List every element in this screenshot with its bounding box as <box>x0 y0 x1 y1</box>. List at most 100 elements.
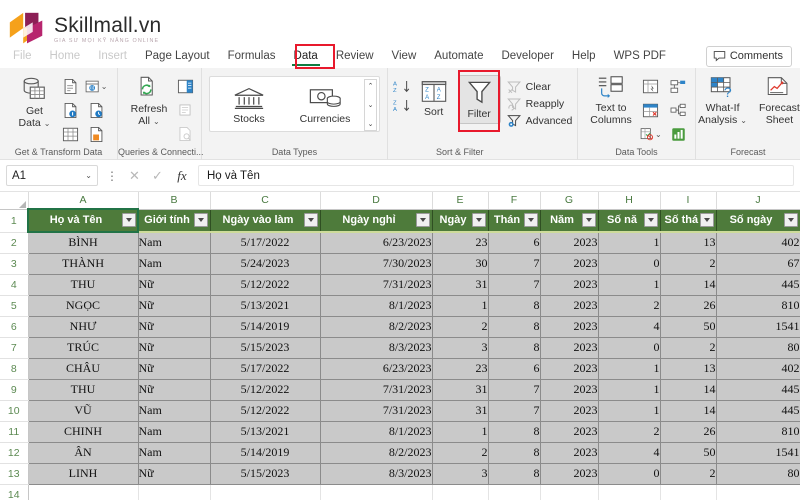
cell-J9[interactable]: 445 <box>716 379 800 401</box>
filter-dropdown-icon[interactable] <box>783 212 798 227</box>
cell-H4[interactable]: 1 <box>598 274 661 296</box>
cell-E4[interactable]: 31 <box>432 274 489 296</box>
sort-a-to-z-icon[interactable]: A Z <box>393 80 413 93</box>
reapply-filter-button[interactable]: Reapply <box>503 96 577 112</box>
row-header-8[interactable]: 8 <box>0 358 29 380</box>
cell-H13[interactable]: 0 <box>598 463 661 485</box>
cell-E11[interactable]: 1 <box>432 421 489 443</box>
row-header-7[interactable]: 7 <box>0 337 29 359</box>
cell-E5[interactable]: 1 <box>432 295 489 317</box>
header-cell-F1[interactable]: Thán <box>488 209 541 233</box>
cell-I14[interactable] <box>660 484 717 500</box>
cell-A14[interactable] <box>28 484 139 500</box>
cell-F14[interactable] <box>488 484 541 500</box>
cell-C4[interactable]: 5/12/2022 <box>210 274 321 296</box>
consolidate-icon[interactable] <box>668 99 690 121</box>
cell-F6[interactable]: 8 <box>488 316 541 338</box>
cell-E8[interactable]: 23 <box>432 358 489 380</box>
header-cell-J1[interactable]: Số ngày <box>716 209 800 233</box>
cell-C14[interactable] <box>210 484 321 500</box>
cell-E7[interactable]: 3 <box>432 337 489 359</box>
cell-B11[interactable]: Nam <box>138 421 211 443</box>
cell-D3[interactable]: 7/30/2023 <box>320 253 433 275</box>
row-header-9[interactable]: 9 <box>0 379 29 401</box>
cell-D9[interactable]: 7/31/2023 <box>320 379 433 401</box>
insert-function-icon[interactable]: fx <box>172 168 192 184</box>
col-header-D[interactable]: D <box>320 192 433 210</box>
cell-D6[interactable]: 8/2/2023 <box>320 316 433 338</box>
cell-I3[interactable]: 2 <box>660 253 717 275</box>
cell-C13[interactable]: 5/15/2023 <box>210 463 321 485</box>
cell-B5[interactable]: Nữ <box>138 295 211 317</box>
cell-D13[interactable]: 8/3/2023 <box>320 463 433 485</box>
advanced-filter-button[interactable]: Advanced <box>503 113 577 129</box>
cell-D7[interactable]: 8/3/2023 <box>320 337 433 359</box>
row-header-14[interactable]: 14 <box>0 484 29 500</box>
manage-data-model-icon[interactable] <box>668 123 690 145</box>
tab-wps-pdf[interactable]: WPS PDF <box>605 48 675 64</box>
cell-G14[interactable] <box>540 484 599 500</box>
cell-B14[interactable] <box>138 484 211 500</box>
cell-I6[interactable]: 50 <box>660 316 717 338</box>
tab-review[interactable]: Review <box>327 48 383 64</box>
cell-F5[interactable]: 8 <box>488 295 541 317</box>
cell-E3[interactable]: 30 <box>432 253 489 275</box>
filter-dropdown-icon[interactable] <box>699 212 714 227</box>
cell-D5[interactable]: 8/1/2023 <box>320 295 433 317</box>
cell-D10[interactable]: 7/31/2023 <box>320 400 433 422</box>
cell-F4[interactable]: 7 <box>488 274 541 296</box>
header-cell-C1[interactable]: Ngày vào làm <box>210 209 321 233</box>
chevron-down-icon[interactable]: ⌄ <box>85 171 92 180</box>
cell-I5[interactable]: 26 <box>660 295 717 317</box>
filter-dropdown-icon[interactable] <box>121 212 136 227</box>
formula-input[interactable]: Họ và Tên <box>198 165 794 186</box>
cell-F8[interactable]: 6 <box>488 358 541 380</box>
cell-F3[interactable]: 7 <box>488 253 541 275</box>
cell-G5[interactable]: 2023 <box>540 295 599 317</box>
cell-A12[interactable]: ÂN <box>28 442 139 464</box>
cell-J13[interactable]: 80 <box>716 463 800 485</box>
enter-icon[interactable]: ✓ <box>149 168 166 184</box>
filter-button[interactable]: Filter <box>457 75 501 125</box>
cell-A13[interactable]: LINH <box>28 463 139 485</box>
cell-B2[interactable]: Nam <box>138 232 211 254</box>
filter-dropdown-icon[interactable] <box>523 212 538 227</box>
cell-D4[interactable]: 7/31/2023 <box>320 274 433 296</box>
cell-B9[interactable]: Nữ <box>138 379 211 401</box>
cell-D8[interactable]: 6/23/2023 <box>320 358 433 380</box>
cell-I10[interactable]: 14 <box>660 400 717 422</box>
cell-C7[interactable]: 5/15/2023 <box>210 337 321 359</box>
cell-H7[interactable]: 0 <box>598 337 661 359</box>
cell-G12[interactable]: 2023 <box>540 442 599 464</box>
row-header-12[interactable]: 12 <box>0 442 29 464</box>
cell-C8[interactable]: 5/17/2022 <box>210 358 321 380</box>
cell-H10[interactable]: 1 <box>598 400 661 422</box>
remove-duplicates-icon[interactable] <box>640 99 662 121</box>
cell-J12[interactable]: 1541 <box>716 442 800 464</box>
text-to-columns-button[interactable]: Text to Columns <box>585 73 636 128</box>
cell-A3[interactable]: THÀNH <box>28 253 139 275</box>
cell-B7[interactable]: Nữ <box>138 337 211 359</box>
tab-view[interactable]: View <box>383 48 426 64</box>
cell-G10[interactable]: 2023 <box>540 400 599 422</box>
cell-E13[interactable]: 3 <box>432 463 489 485</box>
cell-A5[interactable]: NGỌC <box>28 295 139 317</box>
cell-C11[interactable]: 5/13/2021 <box>210 421 321 443</box>
cell-D11[interactable]: 8/1/2023 <box>320 421 433 443</box>
tab-formulas[interactable]: Formulas <box>219 48 285 64</box>
cell-B12[interactable]: Nam <box>138 442 211 464</box>
flash-fill-icon[interactable] <box>640 75 662 97</box>
header-cell-D1[interactable]: Ngày nghỉ <box>320 209 433 233</box>
cell-E14[interactable] <box>432 484 489 500</box>
properties-icon[interactable] <box>174 99 196 121</box>
row-header-3[interactable]: 3 <box>0 253 29 275</box>
cell-C9[interactable]: 5/12/2022 <box>210 379 321 401</box>
cell-B6[interactable]: Nữ <box>138 316 211 338</box>
cell-H14[interactable] <box>598 484 661 500</box>
cell-H9[interactable]: 1 <box>598 379 661 401</box>
cell-H11[interactable]: 2 <box>598 421 661 443</box>
cell-G2[interactable]: 2023 <box>540 232 599 254</box>
name-box[interactable]: A1 ⌄ <box>6 165 98 186</box>
what-if-analysis-button[interactable]: ? What-If Analysis ⌄ <box>693 73 752 128</box>
cell-C10[interactable]: 5/12/2022 <box>210 400 321 422</box>
